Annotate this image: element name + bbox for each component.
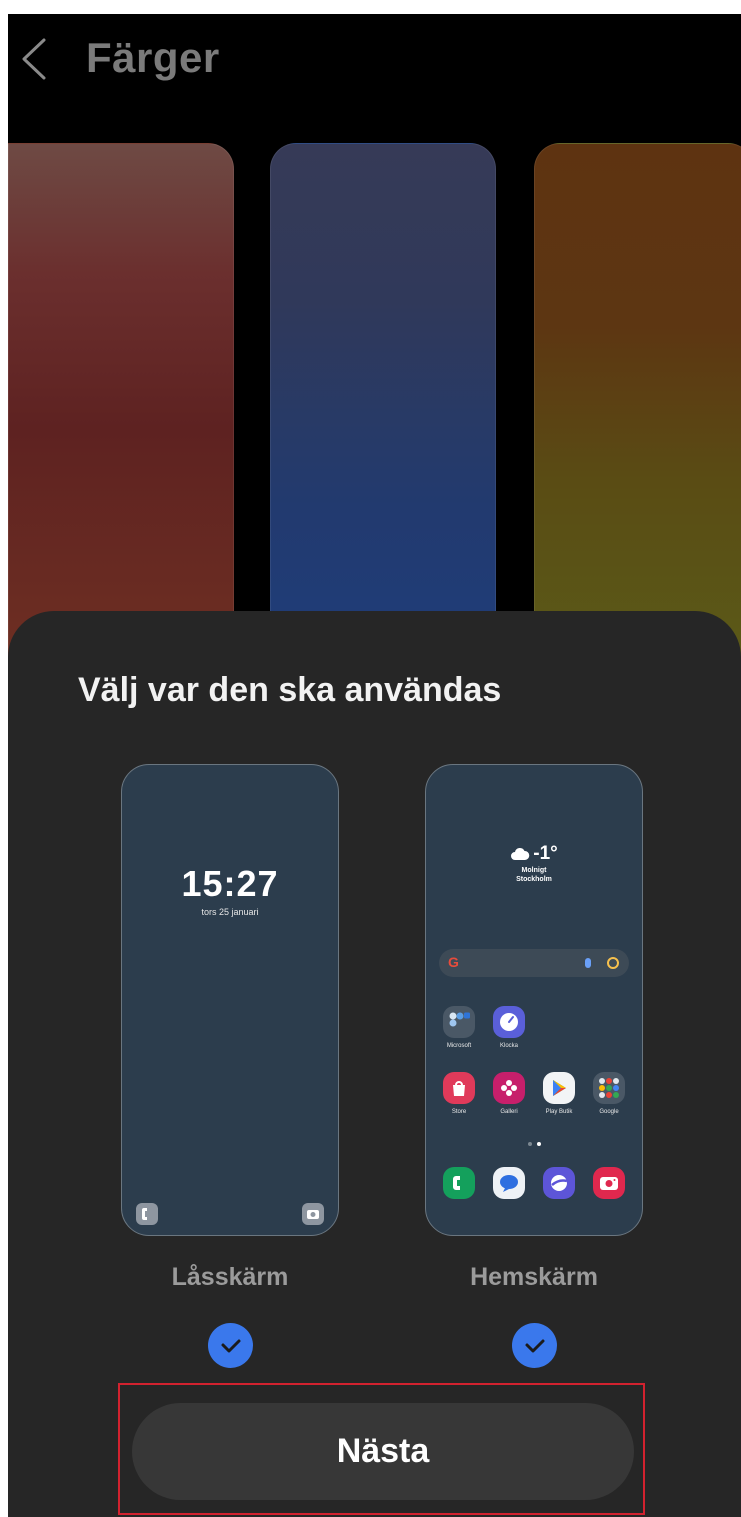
next-button[interactable]: Nästa bbox=[132, 1403, 634, 1500]
app-microsoft: Microsoft bbox=[434, 1006, 484, 1049]
home-screen-preview[interactable]: -1° Molnigt Stockholm G Microsoft Klocka… bbox=[425, 764, 643, 1236]
app-klocka: Klocka bbox=[484, 1006, 534, 1049]
lock-screen-checkbox[interactable] bbox=[208, 1323, 253, 1368]
dock-messages bbox=[484, 1167, 534, 1199]
store-bag-icon bbox=[443, 1072, 475, 1104]
weather-city: Stockholm bbox=[516, 876, 552, 883]
microsoft-folder-icon bbox=[443, 1006, 475, 1038]
app-play-butik: Play Butik bbox=[534, 1072, 584, 1115]
checkmark-icon bbox=[525, 1339, 544, 1352]
apps-row-1: Microsoft Klocka bbox=[434, 1006, 634, 1049]
app-label: Microsoft bbox=[446, 1043, 472, 1049]
app-label: Play Butik bbox=[545, 1109, 573, 1115]
dock-phone bbox=[434, 1167, 484, 1199]
camera-shortcut-icon bbox=[302, 1203, 324, 1225]
lock-clock: 15:27 bbox=[181, 863, 279, 904]
lock-screen-preview[interactable]: 15:27 tors 25 januari bbox=[121, 764, 339, 1236]
dock-internet bbox=[534, 1167, 584, 1199]
checkmark-icon bbox=[221, 1339, 240, 1352]
page-title: Färger bbox=[86, 34, 220, 81]
bottom-sheet: Välj var den ska användas 15:27 tors 25 … bbox=[8, 611, 741, 1517]
page-dot-active bbox=[536, 1142, 541, 1146]
google-search-bar: G bbox=[439, 949, 629, 977]
home-screen-checkbox[interactable] bbox=[512, 1323, 557, 1368]
app-galleri: Galleri bbox=[484, 1072, 534, 1115]
app-google: Google bbox=[584, 1072, 634, 1115]
internet-icon bbox=[543, 1167, 575, 1199]
messages-icon bbox=[493, 1167, 525, 1199]
page-indicator bbox=[426, 1142, 642, 1146]
mic-icon bbox=[585, 958, 591, 968]
weather-widget: -1° Molnigt Stockholm bbox=[426, 843, 642, 883]
lens-icon bbox=[607, 957, 619, 969]
google-icon: G bbox=[448, 954, 459, 970]
camera-icon bbox=[593, 1167, 625, 1199]
page-dot bbox=[527, 1142, 532, 1146]
apps-row-2: Store Galleri Play Butik Google bbox=[434, 1072, 634, 1115]
sheet-title: Välj var den ska användas bbox=[78, 671, 502, 709]
app-label: Google bbox=[599, 1109, 619, 1115]
google-folder-icon bbox=[593, 1072, 625, 1104]
gallery-flower-icon bbox=[493, 1072, 525, 1104]
cloud-icon bbox=[511, 847, 530, 860]
clock-icon bbox=[493, 1006, 525, 1038]
dock-camera bbox=[584, 1167, 634, 1199]
screen: Färger Välj var den ska användas 15:27 t… bbox=[8, 14, 741, 1517]
app-label: Store bbox=[451, 1109, 467, 1115]
app-store: Store bbox=[434, 1072, 484, 1115]
app-label: Klocka bbox=[499, 1043, 518, 1049]
home-screen-label: Hemskärm bbox=[470, 1263, 598, 1291]
wallpaper-card-blue[interactable] bbox=[270, 143, 496, 663]
phone-icon bbox=[443, 1167, 475, 1199]
lock-screen-label: Låsskärm bbox=[171, 1263, 289, 1291]
wallpaper-card-orange[interactable] bbox=[534, 143, 741, 663]
chevron-left-icon[interactable] bbox=[16, 36, 52, 82]
dock bbox=[434, 1167, 634, 1199]
header: Färger bbox=[8, 14, 741, 114]
phone-shortcut-icon bbox=[136, 1203, 158, 1225]
lock-date: tors 25 januari bbox=[201, 907, 259, 917]
app-label: Galleri bbox=[500, 1109, 518, 1115]
play-store-icon bbox=[543, 1072, 575, 1104]
weather-condition: Molnigt bbox=[521, 867, 547, 874]
weather-temp: -1° bbox=[533, 843, 558, 864]
wallpaper-card-red[interactable] bbox=[8, 143, 234, 663]
